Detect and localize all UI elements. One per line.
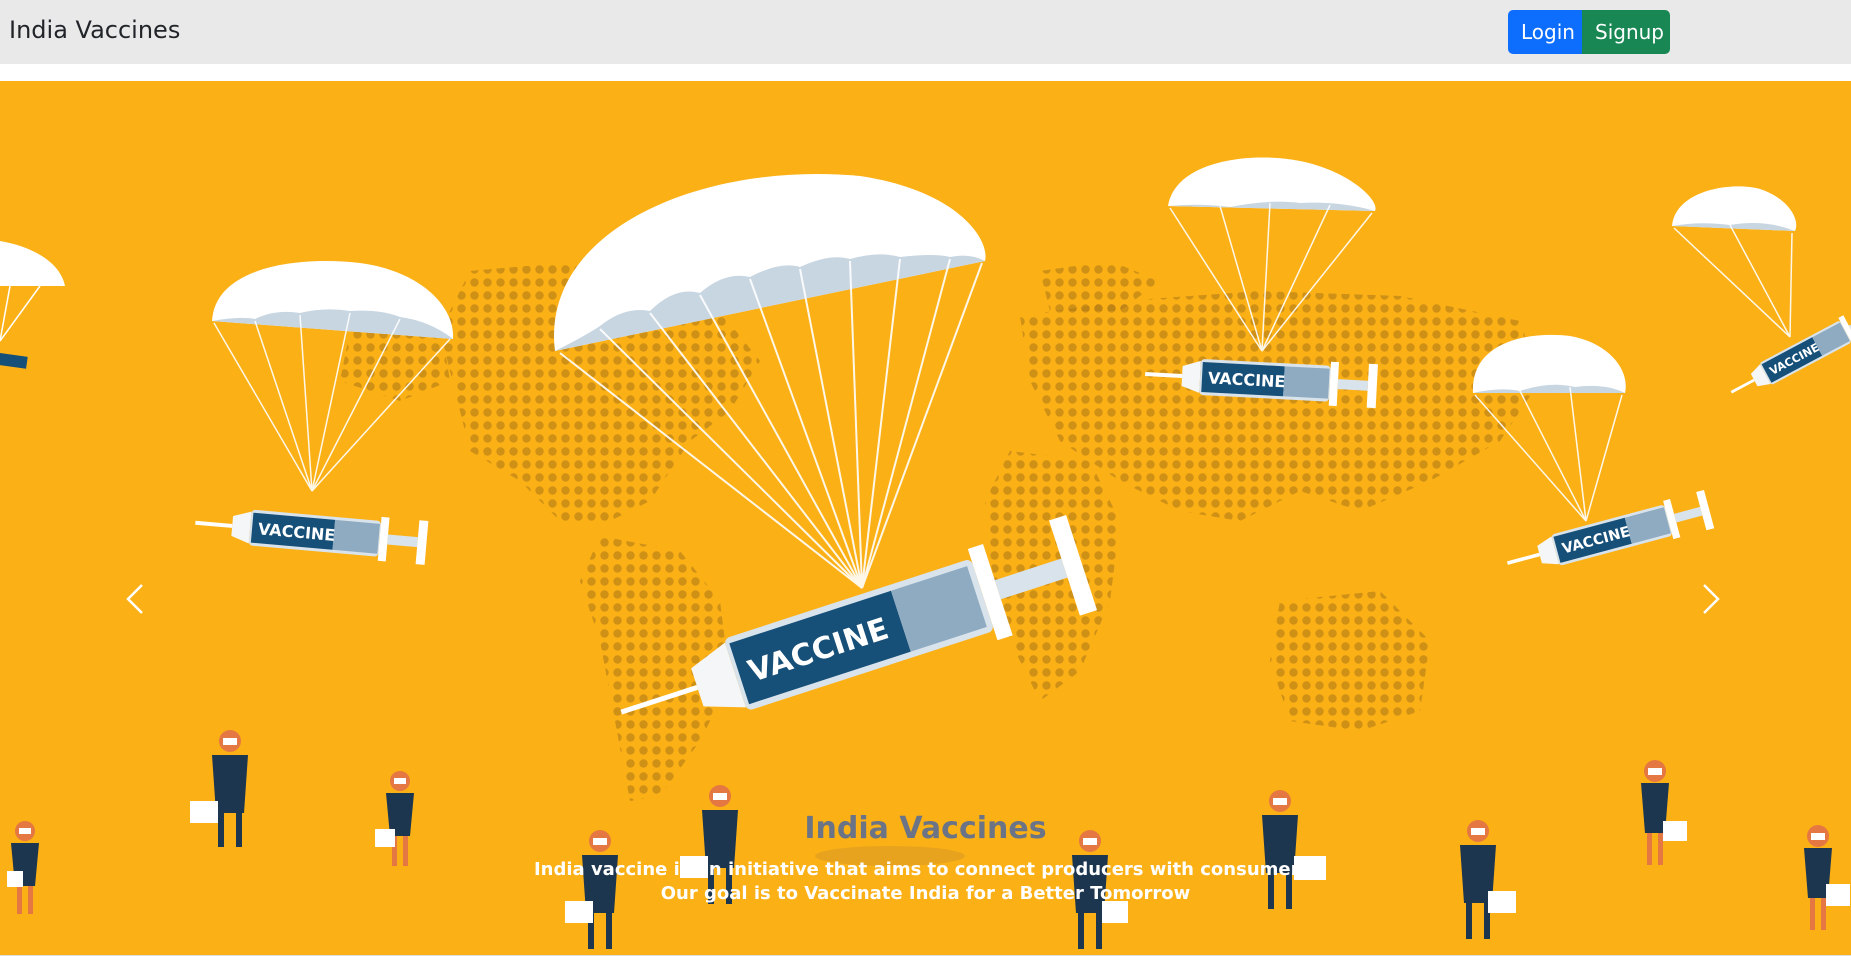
top-navbar: India Vaccines Login Signup [0,0,1851,64]
far-right-syringe [1722,300,1851,408]
auth-button-group: Login Signup [1508,10,1670,54]
right-syringe [1500,488,1717,585]
left-parachute [212,261,454,492]
bottom-divider [0,955,1851,956]
hero-carousel: VACCINE [0,81,1851,955]
caption-title: India Vaccines [804,811,1047,846]
caption-line-1: India vaccine is an initiative that aims… [533,859,1318,880]
world-map-dots [340,261,1540,801]
chevron-right-icon [1703,584,1720,614]
chevron-left-icon [126,584,143,614]
carousel-prev-button[interactable] [118,571,158,627]
signup-button[interactable]: Signup [1582,10,1670,54]
carousel-next-button[interactable] [1690,571,1730,627]
login-button[interactable]: Login [1508,10,1582,54]
carousel-caption: India Vaccines India vaccine is an initi… [0,811,1851,906]
brand-link[interactable]: India Vaccines [9,16,180,44]
far-left-parachute [0,241,65,369]
caption-line-2: Our goal is to Vaccinate India for a Bet… [660,883,1191,904]
far-right-parachute [1672,186,1797,338]
left-syringe [191,498,431,567]
